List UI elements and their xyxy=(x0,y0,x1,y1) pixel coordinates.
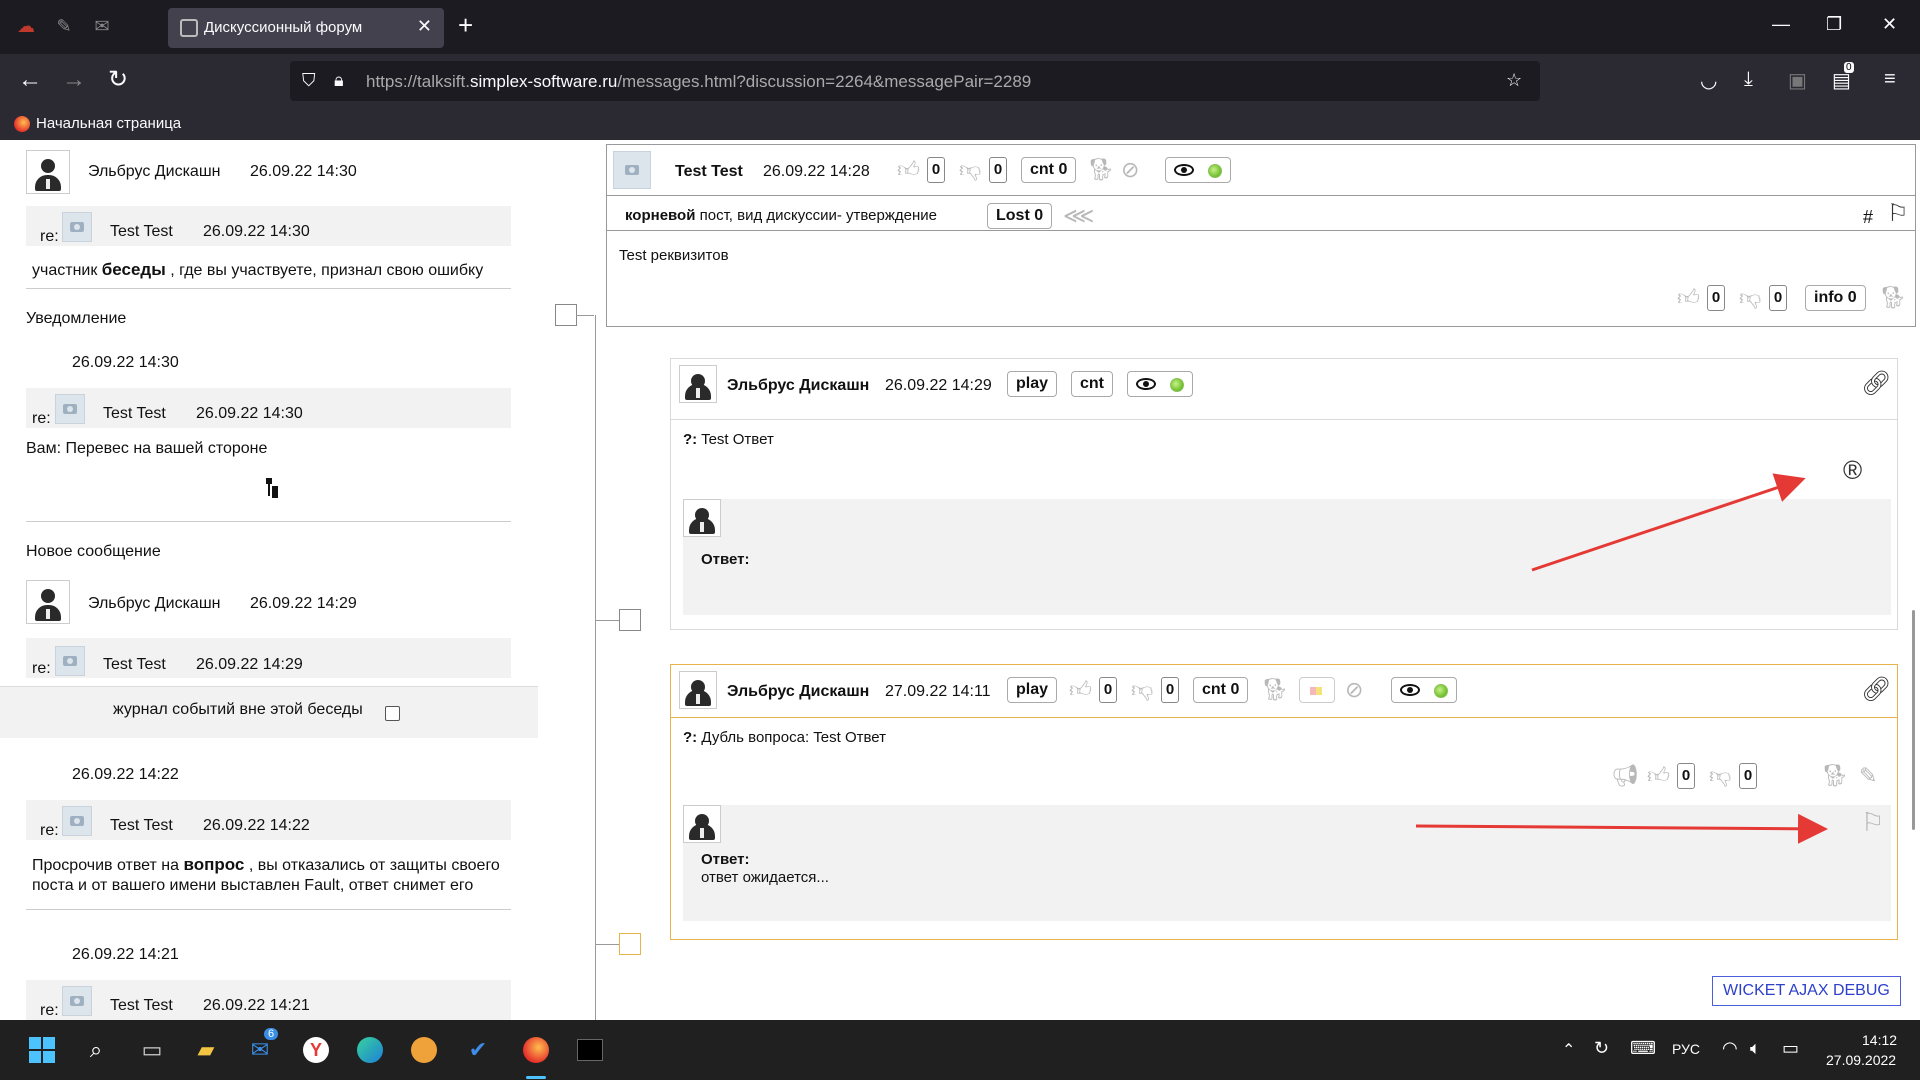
url-bar[interactable]: ⛉ 🔒︎ https://talksift.simplex-software.r… xyxy=(290,61,1540,101)
keyboard-icon[interactable]: ⌨ xyxy=(1630,1038,1656,1059)
minimize-button[interactable]: — xyxy=(1772,14,1790,35)
bookmark-star-icon[interactable]: ☆ xyxy=(1506,70,1522,91)
clock-date[interactable]: 27.09.2022 xyxy=(1826,1052,1896,1068)
browser-nav-bar: ← → ↻ ⛉ 🔒︎ https://talksift.simplex-soft… xyxy=(0,54,1920,108)
tab-discussion-forum[interactable]: Дискуссионный форум ✕ xyxy=(168,8,444,48)
bookmark-label: Начальная страница xyxy=(36,115,182,132)
menu-icon[interactable]: ≡ xyxy=(1884,68,1896,91)
close-icon[interactable]: ✕ xyxy=(417,16,432,37)
file-explorer-icon[interactable]: ▰ xyxy=(190,1034,222,1066)
windows-start-icon[interactable] xyxy=(26,1034,58,1066)
annotation-arrows xyxy=(1415,473,1828,844)
windows-taskbar: ⌕ ▭ ▰ ✉ 6 Y ✔ ⌃ ↻ ⌨ РУС ◠ 🔈︎ ▭ 14:12 27.0… xyxy=(0,1020,1920,1080)
sync-icon[interactable]: ↻ xyxy=(1594,1038,1609,1059)
lock-icon[interactable]: 🔒︎ xyxy=(334,70,344,91)
pinned-tab-icon[interactable]: ☁ xyxy=(14,14,38,38)
wifi-icon[interactable]: ◠ xyxy=(1722,1038,1738,1059)
tab-favicon-icon xyxy=(180,19,198,37)
pocket-icon[interactable]: ◡ xyxy=(1700,68,1717,93)
close-window-button[interactable]: ✕ xyxy=(1882,14,1897,35)
download-icon[interactable]: ⤓ xyxy=(1744,68,1753,91)
volume-icon[interactable]: 🔈︎ xyxy=(1750,1038,1761,1059)
active-app-indicator xyxy=(526,1076,546,1079)
tab-title: Дискуссионный форум xyxy=(204,19,363,36)
shield-icon[interactable]: ⛉ xyxy=(302,70,316,91)
annotation-arrow xyxy=(1531,473,1806,572)
mail-icon[interactable]: ✉ 6 xyxy=(244,1028,279,1066)
scrollbar-thumb[interactable] xyxy=(1912,610,1915,830)
wicket-ajax-debug-link[interactable]: WICKET AJAX DEBUG xyxy=(1712,976,1901,1006)
search-icon[interactable]: ⌕ xyxy=(80,1034,112,1066)
firefox-taskbar-icon[interactable] xyxy=(520,1034,552,1066)
task-view-icon[interactable]: ▭ xyxy=(136,1034,168,1066)
clock-time[interactable]: 14:12 xyxy=(1862,1032,1897,1048)
chevron-up-icon[interactable]: ⌃ xyxy=(1562,1040,1575,1060)
battery-icon[interactable]: ▭ xyxy=(1782,1038,1799,1059)
pinned-mail-tab-icon[interactable]: ✉ xyxy=(90,14,114,38)
extension-badge-icon[interactable]: ▤ 0 xyxy=(1832,62,1854,93)
new-tab-button[interactable]: + xyxy=(458,12,473,38)
firefox-icon xyxy=(14,115,30,132)
pinned-tab-icon[interactable]: ✎ xyxy=(52,14,76,38)
extension-icon[interactable]: ▣ xyxy=(1788,68,1807,93)
fox-app-icon[interactable] xyxy=(408,1034,440,1066)
browser-tab-bar: ☁ ✎ ✉ Дискуссионный форум ✕ + — ❐ ✕ xyxy=(0,0,1920,54)
todo-icon[interactable]: ✔ xyxy=(462,1034,494,1066)
bookmark-home[interactable]: Начальная страница xyxy=(14,115,181,132)
page-content: Эльбрус Дискашн 26.09.22 14:30 re: Test … xyxy=(0,140,1920,1020)
back-button[interactable]: ← xyxy=(18,68,42,92)
language-indicator[interactable]: РУС xyxy=(1672,1041,1700,1057)
terminal-icon[interactable] xyxy=(574,1034,606,1066)
forward-button[interactable]: → xyxy=(62,68,86,92)
annotation-arrow xyxy=(1415,813,1828,844)
bookmarks-bar: Начальная страница xyxy=(0,108,1920,140)
yandex-browser-icon[interactable]: Y xyxy=(300,1034,332,1066)
reload-button[interactable]: ↻ xyxy=(108,68,128,92)
restore-button[interactable]: ❐ xyxy=(1826,14,1842,35)
edge-icon[interactable] xyxy=(354,1034,386,1066)
url-text[interactable]: https://talksift.simplex-software.ru/mes… xyxy=(366,72,1031,92)
